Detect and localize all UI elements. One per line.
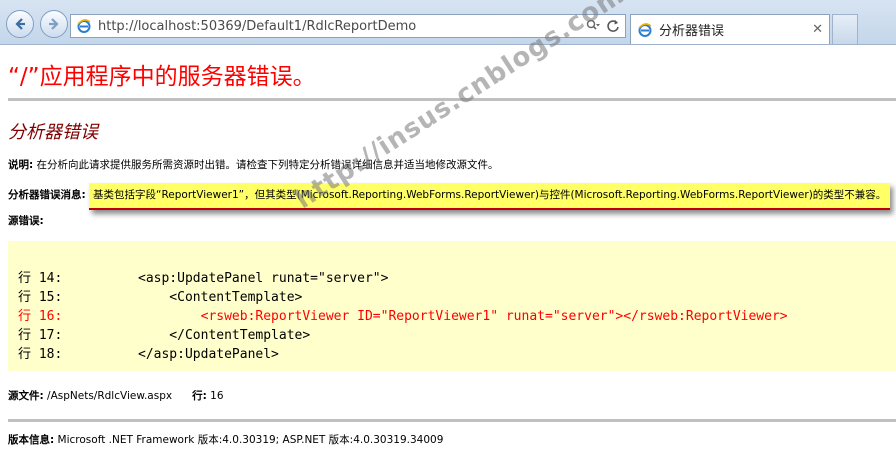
description-text: 在分析向此请求提供服务所需资源时出错。请检查下列特定分析错误详细信息并适当地修改… — [36, 159, 499, 171]
new-tab-icon[interactable] — [832, 14, 858, 44]
parser-error: 分析器错误消息: 基类包括字段“ReportViewer1”，但其类型(Micr… — [8, 183, 891, 210]
code-line: 行 18: </asp:UpdatePanel> — [18, 347, 279, 362]
refresh-icon — [607, 20, 619, 32]
line-number: 16 — [210, 390, 224, 402]
source-code-box: 行 14: <asp:UpdatePanel runat="server"> 行 … — [8, 241, 896, 371]
close-icon[interactable]: ✕ — [812, 22, 823, 37]
description-label: 说明: — [8, 159, 34, 171]
back-button[interactable] — [6, 10, 34, 38]
version-info: 版本信息: Microsoft .NET Framework 版本:4.0.30… — [8, 432, 443, 447]
tab-title: 分析器错误 — [659, 24, 725, 39]
back-icon — [15, 18, 25, 30]
description: 说明: 在分析向此请求提供服务所需资源时出错。请检查下列特定分析错误详细信息并适… — [8, 157, 499, 172]
code-line: 行 15: <ContentTemplate> — [18, 290, 303, 305]
ie-icon — [638, 22, 652, 37]
code-line: 行 14: <asp:UpdatePanel runat="server"> — [18, 271, 389, 286]
ie-icon — [77, 19, 91, 33]
tab-active[interactable]: 分析器错误 ✕ — [630, 14, 830, 44]
source-file-path: /AspNets/RdlcView.aspx — [47, 390, 173, 402]
refresh-button[interactable] — [605, 18, 621, 34]
error-subtitle: 分析器错误 — [8, 122, 98, 143]
browser-chrome: http://localhost:50369/Default1/RdlcRepo… — [0, 0, 896, 45]
url-text[interactable]: http://localhost:50369/Default1/RdlcRepo… — [98, 19, 585, 34]
page-title: “/”应用程序中的服务器错误。 — [8, 64, 316, 90]
version-label: 版本信息: — [8, 434, 55, 446]
code-line-error: 行 16: <rsweb:ReportViewer ID="ReportView… — [18, 309, 788, 324]
parser-error-label: 分析器错误消息: — [8, 189, 86, 201]
parser-error-message: 基类包括字段“ReportViewer1”，但其类型(Microsoft.Rep… — [89, 183, 891, 210]
divider — [8, 419, 896, 422]
line-label: 行: — [192, 390, 207, 402]
source-error-label: 源错误: — [8, 215, 44, 227]
forward-button[interactable] — [40, 10, 68, 38]
source-file-label: 源文件: — [8, 390, 44, 402]
forward-icon — [49, 18, 59, 30]
source-file-info: 源文件: /AspNets/RdlcView.aspx 行: 16 — [8, 388, 224, 403]
version-text: Microsoft .NET Framework 版本:4.0.30319; A… — [57, 434, 444, 446]
code-line: 行 17: </ContentTemplate> — [18, 328, 311, 343]
